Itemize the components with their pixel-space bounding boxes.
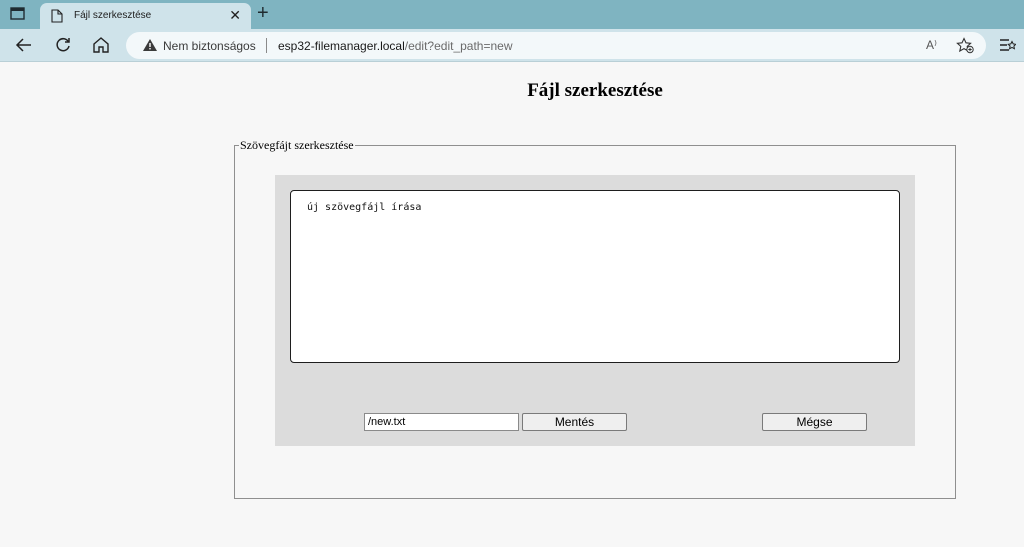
cancel-button[interactable]: Mégse [762,413,867,431]
page-title: Fájl szerkesztése [527,80,663,101]
url-host: esp32-filemanager.local [278,39,405,53]
new-tab-button[interactable]: + [257,3,269,23]
collections-icon[interactable] [998,37,1017,58]
filename-input[interactable] [364,413,519,431]
address-bar[interactable]: Nem biztonságos esp32-filemanager.local/… [126,32,986,59]
document-icon [51,9,63,28]
tab-actions-icon[interactable] [10,7,26,21]
browser-tab[interactable]: Fájl szerkesztése ✕ [40,3,251,29]
browser-toolbar: Nem biztonságos esp32-filemanager.local/… [0,29,1024,62]
add-favorite-icon[interactable] [956,37,974,59]
file-content-textarea[interactable]: új szövegfájl írása [290,190,900,363]
tab-title: Fájl szerkesztése [74,10,152,21]
warning-icon[interactable] [142,38,158,57]
tab-bar: Fájl szerkesztése ✕ + [0,0,1024,29]
refresh-icon[interactable] [54,36,72,54]
address-separator [266,38,267,53]
home-icon[interactable] [92,36,110,54]
back-icon[interactable] [15,36,33,54]
security-label[interactable]: Nem biztonságos [163,39,256,53]
save-button[interactable]: Mentés [522,413,627,431]
url-path: /edit?edit_path=new [404,39,513,53]
url-text[interactable]: esp32-filemanager.local/edit?edit_path=n… [278,39,513,53]
fieldset-legend: Szövegfájt szerkesztése [240,138,354,152]
tab-close-icon[interactable]: ✕ [229,8,241,22]
read-aloud-icon[interactable]: A⁾ [926,38,937,52]
